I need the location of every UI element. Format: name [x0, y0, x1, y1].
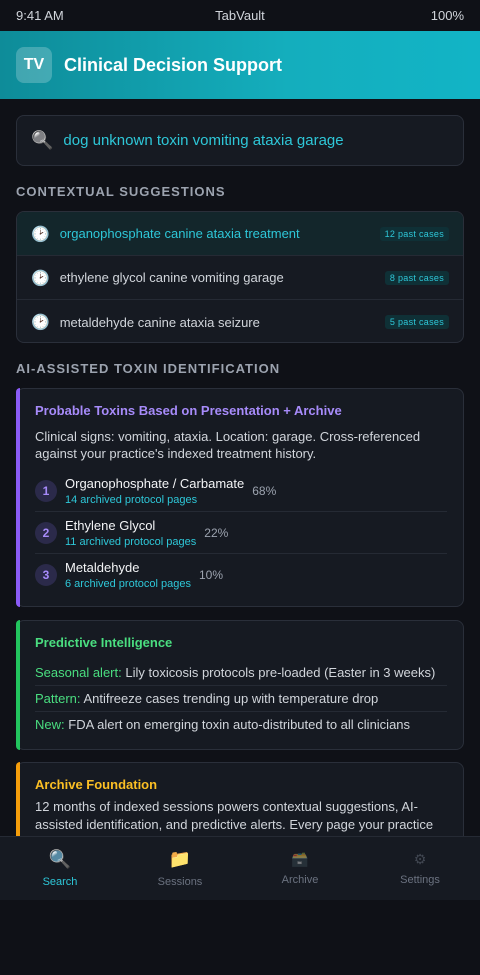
past-cases-badge: 8 past cases	[384, 270, 449, 285]
predictive-key: New:	[35, 717, 65, 732]
toxin-info: Organophosphate / Carbamate 14 archived …	[65, 476, 244, 506]
tab-label: Settings	[400, 874, 440, 886]
tab-settings[interactable]: ⚙ Settings	[360, 837, 480, 900]
predictive-item: Seasonal alert: Lily toxicosis protocols…	[35, 660, 447, 686]
clock-icon: 🕑	[31, 314, 50, 331]
tab-archive[interactable]: 🗃️ Archive	[240, 837, 360, 900]
suggestion-item[interactable]: 🕑 organophosphate canine ataxia treatmen…	[17, 212, 463, 256]
toxin-info: Ethylene Glycol 11 archived protocol pag…	[65, 518, 196, 548]
card-title: Archive Foundation	[35, 777, 158, 792]
status-bar: 9:41 AM TabVault 100%	[0, 0, 480, 31]
suggestion-text: metaldehyde canine ataxia seizure	[59, 314, 260, 330]
predictive-value: FDA alert on emerging toxin auto-distrib…	[68, 717, 411, 732]
predictive-card: Predictive Intelligence Seasonal alert: …	[16, 620, 464, 750]
toxin-id-card: Probable Toxins Based on Presentation + …	[16, 388, 464, 607]
toxin-id-heading: AI-ASSISTED TOXIN IDENTIFICATION	[16, 361, 281, 376]
protocol-pages-link[interactable]: 14 archived protocol pages	[65, 494, 244, 506]
search-icon: 🔍	[31, 130, 54, 150]
page-title: Clinical Decision Support	[64, 54, 283, 75]
toxin-item[interactable]: 1 Organophosphate / Carbamate 14 archive…	[35, 470, 447, 512]
protocol-pages-link[interactable]: 11 archived protocol pages	[65, 536, 196, 548]
suggestion-text: organophosphate canine ataxia treatment	[59, 226, 300, 241]
past-cases-badge: 12 past cases	[379, 226, 449, 241]
predictive-key: Pattern:	[35, 691, 81, 706]
folder-icon: 📁	[168, 849, 192, 869]
toxin-probability: 10%	[198, 568, 223, 582]
card-title: Predictive Intelligence	[35, 635, 173, 650]
bottom-tab-bar: 🔍 Search 📁 Sessions 🗃️ Archive ⚙ Setting…	[0, 836, 480, 900]
suggestion-item[interactable]: 🕑 ethylene glycol canine vomiting garage…	[17, 256, 463, 300]
card-accent-bar	[16, 762, 20, 836]
rank-badge: 2	[35, 521, 57, 544]
archive-box-icon: 🗃️	[291, 851, 309, 867]
past-cases-badge: 5 past cases	[384, 315, 449, 329]
card-description: 12 months of indexed sessions powers con…	[35, 799, 434, 832]
toxin-name: Organophosphate / Carbamate	[65, 475, 245, 491]
main-content[interactable]: 🔍 dog unknown toxin vomiting ataxia gara…	[0, 99, 480, 836]
toxin-item[interactable]: 2 Ethylene Glycol 11 archived protocol p…	[35, 512, 447, 554]
status-time: 9:41 AM	[16, 8, 64, 23]
predictive-list: Seasonal alert: Lily toxicosis protocols…	[35, 660, 447, 738]
toxin-name: Metaldehyde	[65, 560, 140, 575]
predictive-value: Antifreeze cases trending up with temper…	[83, 691, 379, 706]
toxin-probability: 68%	[252, 483, 277, 498]
suggestion-item[interactable]: 🕑 metaldehyde canine ataxia seizure 5 pa…	[17, 300, 463, 342]
suggestion-text: ethylene glycol canine vomiting garage	[59, 270, 284, 285]
status-app-name: TabVault	[215, 8, 265, 23]
tab-search[interactable]: 🔍 Search	[0, 837, 120, 900]
search-input[interactable]: 🔍 dog unknown toxin vomiting ataxia gara…	[16, 115, 464, 166]
predictive-value: Lily toxicosis protocols pre-loaded (Eas…	[125, 665, 436, 680]
search-query[interactable]: dog unknown toxin vomiting ataxia garage	[63, 132, 343, 149]
toxin-info: Metaldehyde 6 archived protocol pages	[65, 560, 191, 590]
rank-badge: 1	[35, 479, 57, 502]
rank-badge: 3	[35, 564, 57, 586]
tab-label: Search	[42, 876, 78, 888]
toxin-item[interactable]: 3 Metaldehyde 6 archived protocol pages …	[35, 554, 447, 596]
card-title: Probable Toxins Based on Presentation + …	[35, 403, 342, 418]
tab-label: Archive	[281, 874, 319, 886]
card-description: Clinical signs: vomiting, ataxia. Locati…	[35, 429, 421, 461]
clock-icon: 🕑	[31, 225, 50, 243]
clock-icon: 🕑	[31, 269, 50, 287]
status-battery: 100%	[430, 8, 464, 23]
search-icon: 🔍	[48, 849, 72, 869]
toxin-list: 1 Organophosphate / Carbamate 14 archive…	[35, 470, 447, 596]
predictive-key: Seasonal alert:	[35, 665, 122, 680]
suggestions-heading: CONTEXTUAL SUGGESTIONS	[16, 184, 226, 199]
tab-sessions[interactable]: 📁 Sessions	[120, 837, 240, 900]
predictive-item: Pattern: Antifreeze cases trending up wi…	[35, 686, 447, 712]
toxin-name: Ethylene Glycol	[65, 517, 156, 533]
archive-card: Archive Foundation 12 months of indexed …	[16, 762, 464, 836]
toxin-probability: 22%	[204, 525, 229, 540]
app-logo: TV	[16, 47, 52, 83]
gear-icon: ⚙	[413, 851, 427, 867]
app-header: TV Clinical Decision Support	[0, 31, 480, 99]
predictive-item: New: FDA alert on emerging toxin auto-di…	[35, 712, 447, 738]
card-accent-bar	[16, 388, 20, 607]
protocol-pages-link[interactable]: 6 archived protocol pages	[65, 578, 191, 590]
suggestions-list: 🕑 organophosphate canine ataxia treatmen…	[16, 211, 464, 343]
tab-label: Sessions	[157, 876, 203, 888]
card-accent-bar	[16, 620, 20, 750]
